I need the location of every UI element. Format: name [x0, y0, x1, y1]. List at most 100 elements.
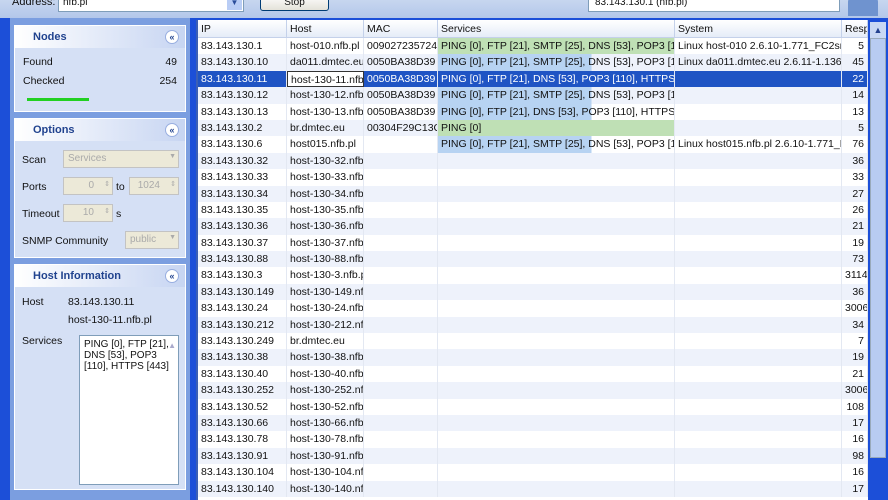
- nodes-header[interactable]: Nodes «: [15, 26, 185, 48]
- port-from-stepper[interactable]: 0 ⇕: [63, 177, 113, 195]
- cell-resp: 108: [842, 398, 868, 415]
- table-row[interactable]: 83.143.130.32 host-130-32.nfb. 36: [198, 152, 868, 170]
- spinner-icon[interactable]: ⇕: [104, 207, 110, 215]
- cell-mac: [364, 447, 438, 465]
- cell-ip: 83.143.130.38: [198, 349, 287, 366]
- table-row[interactable]: 83.143.130.66 host-130-66.nfb. 17: [198, 414, 868, 432]
- host-ip: 83.143.130.11: [68, 296, 135, 308]
- collapse-icon[interactable]: «: [165, 123, 179, 137]
- cell-host: host-130-3.nfb.p: [287, 267, 364, 284]
- cell-host: host-130-212.nfl: [287, 316, 364, 334]
- cell-system: [675, 333, 842, 350]
- cell-ip: 83.143.130.10: [198, 54, 287, 71]
- status-field: 83.143.130.1 (nfb.pl): [588, 0, 840, 12]
- table-row[interactable]: 83.143.130.12 host-130-12.nfb. 0050BA38D39…: [198, 87, 868, 104]
- table-row[interactable]: 83.143.130.3 host-130-3.nfb.p 3114: [198, 267, 868, 284]
- cell-host: host-130-37.nfb.: [287, 234, 364, 252]
- table-row[interactable]: 83.143.130.140 host-130-140.nfl 17: [198, 480, 868, 497]
- snmp-select[interactable]: public ▼: [125, 231, 179, 249]
- table-row[interactable]: 83.143.130.24 host-130-24.nfb. 3006: [198, 300, 868, 317]
- scrollbar-thumb[interactable]: [870, 38, 886, 458]
- collapse-icon[interactable]: «: [165, 30, 179, 44]
- address-combo[interactable]: nfb.pl ▼: [58, 0, 244, 12]
- cell-services: [438, 218, 675, 235]
- column-header-host[interactable]: Host: [287, 20, 364, 37]
- scroll-up-icon[interactable]: ▲: [168, 340, 176, 351]
- cell-ip: 83.143.130.2: [198, 119, 287, 137]
- table-row[interactable]: 83.143.130.2 br.dmtec.eu 00304F29C13C PING …: [198, 119, 868, 137]
- chevron-down-icon[interactable]: ▼: [227, 0, 242, 10]
- cell-mac: 0050BA38D39: [364, 87, 438, 104]
- cell-resp: 34: [842, 316, 868, 334]
- timeout-unit: s: [116, 208, 122, 220]
- cell-mac: [364, 169, 438, 186]
- cell-ip: 83.143.130.212: [198, 316, 287, 334]
- cell-mac: [364, 480, 438, 497]
- address-value: nfb.pl: [63, 0, 88, 8]
- table-row[interactable]: 83.143.130.10 da011.dmtec.eu 0050BA38D39 PI…: [198, 54, 868, 71]
- cell-services: [438, 169, 675, 186]
- services-textarea[interactable]: PING [0], FTP [21], DNS [53], POP3 [110]…: [79, 335, 179, 485]
- table-row[interactable]: 83.143.130.38 host-130-38.nfb. 19: [198, 349, 868, 366]
- scrollbar[interactable]: ▲: [868, 20, 888, 500]
- column-header-services[interactable]: Services: [438, 20, 675, 37]
- table-row[interactable]: 83.143.130.52 host-130-52.nfb. 108: [198, 398, 868, 415]
- cell-mac: [364, 398, 438, 415]
- collapse-icon[interactable]: «: [165, 269, 179, 283]
- cell-resp: 73: [842, 251, 868, 268]
- table-row[interactable]: 83.143.130.37 host-130-37.nfb. 19: [198, 234, 868, 252]
- cell-system: [675, 464, 842, 481]
- table-row[interactable]: 83.143.130.33 host-130-33.nfb. 33: [198, 169, 868, 186]
- cell-mac: [364, 201, 438, 219]
- column-header-ip[interactable]: IP: [198, 20, 287, 37]
- ports-label: Ports: [22, 181, 47, 193]
- table-row[interactable]: 83.143.130.104 host-130-104.nfl 16: [198, 464, 868, 481]
- cell-host: host-130-104.nfl: [287, 464, 364, 481]
- cell-mac: 0050BA38D39: [364, 54, 438, 71]
- cell-ip: 83.143.130.91: [198, 447, 287, 465]
- table-row[interactable]: 83.143.130.88 host-130-88.nfb. 73: [198, 251, 868, 268]
- cell-ip: 83.143.130.24: [198, 300, 287, 317]
- table-row[interactable]: 83.143.130.35 host-130-35.nfb. 26: [198, 201, 868, 219]
- cell-mac: [364, 234, 438, 252]
- cell-resp: 17: [842, 414, 868, 432]
- cell-ip: 83.143.130.88: [198, 251, 287, 268]
- spinner-icon[interactable]: ⇕: [104, 180, 110, 188]
- nodes-panel: Nodes « Found 49 Checked 254: [14, 25, 186, 112]
- table-row[interactable]: 83.143.130.149 host-130-149.nfl 36: [198, 283, 868, 301]
- cell-system: [675, 234, 842, 252]
- cell-mac: [364, 316, 438, 334]
- table-row[interactable]: 83.143.130.91 host-130-91.nfb. 98: [198, 447, 868, 465]
- port-to-stepper[interactable]: 1024 ⇕: [129, 177, 179, 195]
- cell-resp: 17: [842, 480, 868, 497]
- table-row[interactable]: 83.143.130.6 host015.nfb.pl PING [0], FTP …: [198, 136, 868, 153]
- cell-ip: 83.143.130.1: [198, 38, 287, 55]
- column-header-mac[interactable]: MAC: [364, 20, 438, 37]
- column-header-system[interactable]: System: [675, 20, 842, 37]
- table-row[interactable]: 83.143.130.40 host-130-40.nfb. 21: [198, 365, 868, 383]
- table-row[interactable]: 83.143.130.212 host-130-212.nfl 34: [198, 316, 868, 334]
- scan-select[interactable]: Services ▼: [63, 150, 179, 168]
- table-row[interactable]: 83.143.130.1 host-010.nfb.pl 009027235724 P…: [198, 38, 868, 55]
- timeout-stepper[interactable]: 10 ⇕: [63, 204, 113, 222]
- cell-ip: 83.143.130.34: [198, 185, 287, 202]
- table-row[interactable]: 83.143.130.34 host-130-34.nfb. 27: [198, 185, 868, 202]
- cell-host: host-130-36.nfb.: [287, 218, 364, 235]
- table-row[interactable]: 83.143.130.78 host-130-78.nfb. 16: [198, 431, 868, 448]
- table-row[interactable]: 83.143.130.13 host-130-13.nfb. 0050BA38D39…: [198, 103, 868, 120]
- table-row[interactable]: 83.143.130.36 host-130-36.nfb. 21: [198, 218, 868, 235]
- cell-resp: 19: [842, 349, 868, 366]
- table-row[interactable]: 83.143.130.249 br.dmtec.eu 7: [198, 333, 868, 350]
- spinner-icon[interactable]: ⇕: [170, 180, 176, 188]
- options-header[interactable]: Options «: [15, 119, 185, 141]
- cell-ip: 83.143.130.6: [198, 136, 287, 153]
- scroll-up-icon[interactable]: ▲: [870, 22, 886, 38]
- stop-button[interactable]: Stop: [260, 0, 329, 11]
- cell-system: [675, 169, 842, 186]
- cell-ip: 83.143.130.104: [198, 464, 287, 481]
- host-info-header[interactable]: Host Information «: [15, 265, 185, 287]
- cell-host: host-130-24.nfb.: [287, 300, 364, 317]
- table-row[interactable]: 83.143.130.252 host-130-252.nfl 3006: [198, 382, 868, 399]
- column-header-resp[interactable]: Resp: [842, 20, 868, 37]
- table-row[interactable]: 83.143.130.11 host-130-11.nfb. 0050BA38D39…: [198, 70, 868, 88]
